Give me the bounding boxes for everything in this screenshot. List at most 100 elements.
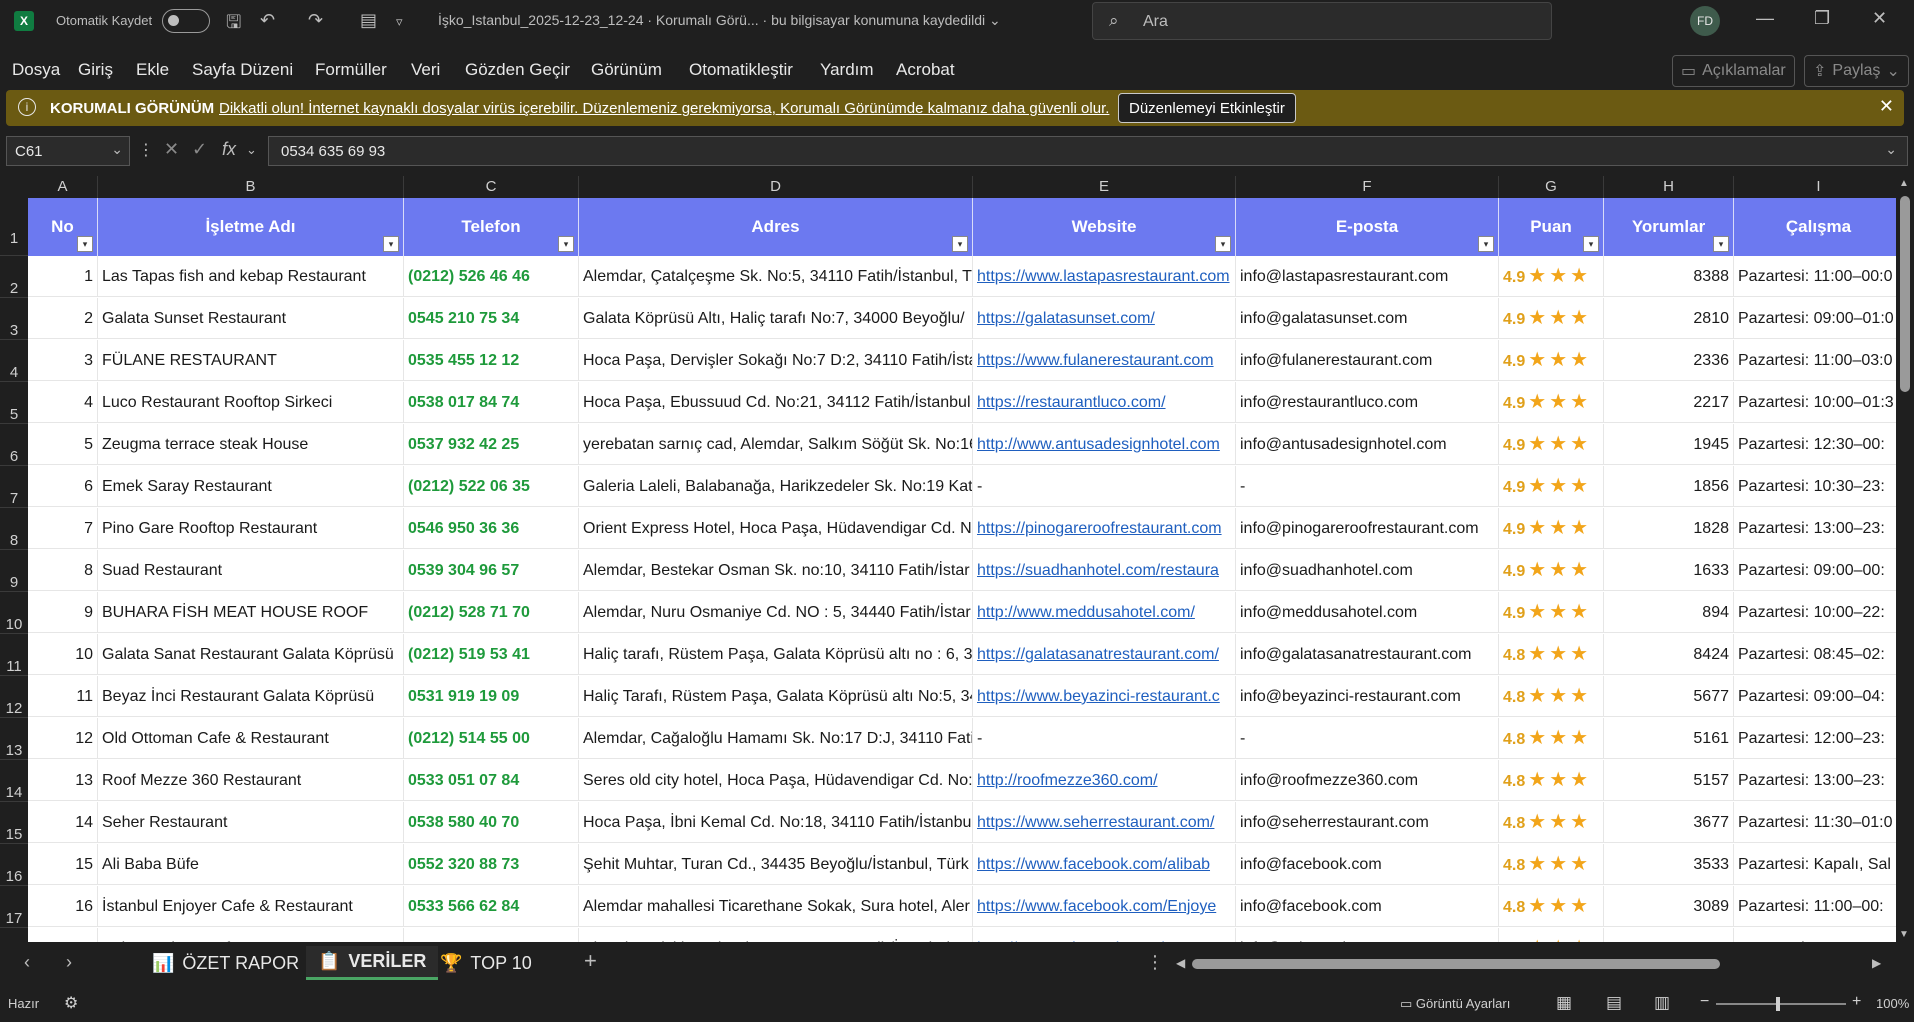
cell-address[interactable]: yerebatan sarnıç cad, Alemdar, Salkım Sö… (579, 424, 973, 465)
cell-hours[interactable]: Pazartesi: 10:00–01:3 (1734, 382, 1896, 423)
page-break-icon[interactable]: ▥ (1654, 993, 1670, 1013)
cell-reviews[interactable]: 1856 (1604, 466, 1734, 507)
cell-address[interactable]: Seres old city hotel, Hoca Paşa, Hüdaven… (579, 760, 973, 801)
cell-website[interactable]: https://galatasunset.com/ (973, 298, 1236, 339)
avatar[interactable]: FD (1690, 6, 1720, 36)
cell-rating[interactable]: 4.8★★★ (1499, 928, 1604, 942)
column-header-e[interactable]: E (973, 176, 1236, 198)
cell-website[interactable]: https://www.facebook.com/Enjoye (973, 886, 1236, 927)
filter-dropdown-icon[interactable]: ▾ (1713, 236, 1729, 252)
cell-reviews[interactable]: 1945 (1604, 424, 1734, 465)
cell-no[interactable]: 5 (28, 424, 98, 465)
cell-no[interactable]: 7 (28, 508, 98, 549)
cell-no[interactable]: 16 (28, 886, 98, 927)
menu-gorunum[interactable]: Görünüm (591, 60, 662, 80)
cell-no[interactable]: 11 (28, 676, 98, 717)
filter-dropdown-icon[interactable]: ▾ (383, 236, 399, 252)
table-header-cell[interactable]: Çalışma (1734, 198, 1896, 256)
cell-email[interactable]: info@restaurantluco.com (1236, 382, 1499, 423)
cell-hours[interactable]: Pazartesi: 09:00–01:0 (1734, 298, 1896, 339)
accessibility-icon[interactable]: ⚙ (64, 993, 78, 1013)
cell-email[interactable]: info@suadhanhotel.com (1236, 550, 1499, 591)
cell-hours[interactable]: Pazartesi: 13:00–23: (1734, 508, 1896, 549)
cell-reviews[interactable]: 8388 (1604, 256, 1734, 297)
row-header[interactable]: 8 (0, 508, 28, 550)
cell-name[interactable]: Beyaz İnci Restaurant Galata Köprüsü (98, 676, 404, 717)
cell-phone[interactable]: 0538 017 84 74 (404, 382, 579, 423)
cell-reviews[interactable]: 3026 (1604, 928, 1734, 942)
menu-ekle[interactable]: Ekle (136, 60, 169, 80)
cell-email[interactable]: info@sultanpalace.tr (1236, 928, 1499, 942)
chevron-down-icon[interactable]: ⌄ (1885, 141, 1897, 158)
filter-dropdown-icon[interactable]: ▾ (1583, 236, 1599, 252)
cell-phone[interactable]: 0535 455 12 12 (404, 340, 579, 381)
cell-name[interactable]: Emek Saray Restaurant (98, 466, 404, 507)
horizontal-scrollbar[interactable] (1176, 954, 1848, 972)
cell-email[interactable]: info@facebook.com (1236, 844, 1499, 885)
table-header-cell[interactable]: Yorumlar ▾ (1604, 198, 1734, 256)
cell-phone[interactable]: 0545 210 75 34 (404, 298, 579, 339)
menu-yardim[interactable]: Yardım (820, 60, 874, 80)
row-header[interactable]: 10 (0, 592, 28, 634)
cell-rating[interactable]: 4.9 ★ ★ ★ (1499, 424, 1604, 465)
cell-email[interactable]: info@galatasunset.com (1236, 298, 1499, 339)
search-box[interactable]: ⌕ Ara (1092, 2, 1552, 40)
row-header[interactable]: 15 (0, 802, 28, 844)
cell-website[interactable]: https://suadhanhotel.com/restaura (973, 550, 1236, 591)
cell-name[interactable]: Seher Restaurant (98, 802, 404, 843)
customize-toolbar-icon[interactable]: ▿ (396, 14, 403, 30)
next-sheet-icon[interactable]: › (66, 952, 72, 973)
column-header-i[interactable]: I (1734, 176, 1896, 198)
cell-email[interactable]: - (1236, 718, 1499, 759)
redo-icon[interactable]: ↷ (308, 10, 323, 31)
share-button[interactable]: ⇪ Paylaş ⌄ (1804, 55, 1909, 87)
zoom-in-icon[interactable]: + (1852, 993, 1861, 1011)
cell-no[interactable]: 10 (28, 634, 98, 675)
restore-icon[interactable]: ❐ (1814, 8, 1830, 29)
zoom-level[interactable]: 100% (1876, 996, 1909, 1011)
cell-website[interactable]: https://pinogareroofrestaurant.com (973, 508, 1236, 549)
cell-address[interactable]: Galata Köprüsü Altı, Haliç tarafı No:7, … (579, 298, 973, 339)
cell-address[interactable]: Hoca Paşa, İbni Kemal Cd. No:18, 34110 F… (579, 802, 973, 843)
filter-dropdown-icon[interactable]: ▾ (558, 236, 574, 252)
cell-hours[interactable]: Pazartesi: 10:30–23: (1734, 466, 1896, 507)
cell-no[interactable]: 3 (28, 340, 98, 381)
cell-hours[interactable]: Pazartesi: 09:00–04: (1734, 676, 1896, 717)
cell-name[interactable]: Zeugma terrace steak House (98, 424, 404, 465)
menu-giris[interactable]: Giriş (78, 60, 113, 80)
cell-no[interactable]: 4 (28, 382, 98, 423)
cell-name[interactable]: Luco Restaurant Rooftop Sirkeci (98, 382, 404, 423)
cell-rating[interactable]: 4.9 ★ ★ ★ (1499, 550, 1604, 591)
horizontal-scroll-thumb[interactable] (1192, 959, 1720, 969)
cell-email[interactable]: info@beyazinci-restaurant.com (1236, 676, 1499, 717)
cell-website[interactable]: - (973, 466, 1236, 507)
column-header-f[interactable]: F (1236, 176, 1499, 198)
cell-phone[interactable]: 0537 932 42 25 (404, 424, 579, 465)
cell-rating[interactable]: 4.8★★★ (1499, 718, 1604, 759)
table-header-cell[interactable]: Website ▾ (973, 198, 1236, 256)
row-header[interactable]: 5 (0, 382, 28, 424)
normal-view-icon[interactable]: ▦ (1556, 993, 1572, 1013)
cell-email[interactable]: info@fulanerestaurant.com (1236, 340, 1499, 381)
cell-reviews[interactable]: 2810 (1604, 298, 1734, 339)
cell-reviews[interactable]: 3533 (1604, 844, 1734, 885)
cell-website[interactable]: https://www.beyazinci-restaurant.c (973, 676, 1236, 717)
cell-address[interactable]: Alemdar, Biçki Yurdu Sk. No:1, 34122 Fat… (579, 928, 973, 942)
cell-name[interactable]: Galata Sunset Restaurant (98, 298, 404, 339)
cell-phone[interactable]: 0538 580 40 70 (404, 802, 579, 843)
display-settings[interactable]: ▭ Görüntü Ayarları (1400, 996, 1510, 1012)
scroll-right-icon[interactable]: ▶ (1872, 956, 1881, 970)
spreadsheet-grid[interactable]: A B C D E F G H I 1 No ▾ İşletme Adı ▾ Telefon ▾ Adres ▾ W… (0, 176, 1896, 942)
menu-acrobat[interactable]: Acrobat (896, 60, 955, 80)
cell-phone[interactable]: 0531 919 19 09 (404, 676, 579, 717)
cell-reviews[interactable]: 5677 (1604, 676, 1734, 717)
cell-no[interactable]: 12 (28, 718, 98, 759)
cell-hours[interactable]: Pazartesi: Kapalı, Sal (1734, 844, 1896, 885)
name-box[interactable]: C61 ⌄ (6, 136, 130, 166)
menu-sayfa-duzeni[interactable]: Sayfa Düzeni (192, 60, 293, 80)
row-header[interactable]: 11 (0, 634, 28, 676)
chevron-down-icon[interactable]: ⌄ (246, 142, 257, 158)
cell-name[interactable]: Las Tapas fish and kebap Restaurant (98, 256, 404, 297)
menu-gozden-gecir[interactable]: Gözden Geçir (465, 60, 570, 80)
enable-editing-button[interactable]: Düzenlemeyi Etkinleştir (1118, 93, 1296, 123)
